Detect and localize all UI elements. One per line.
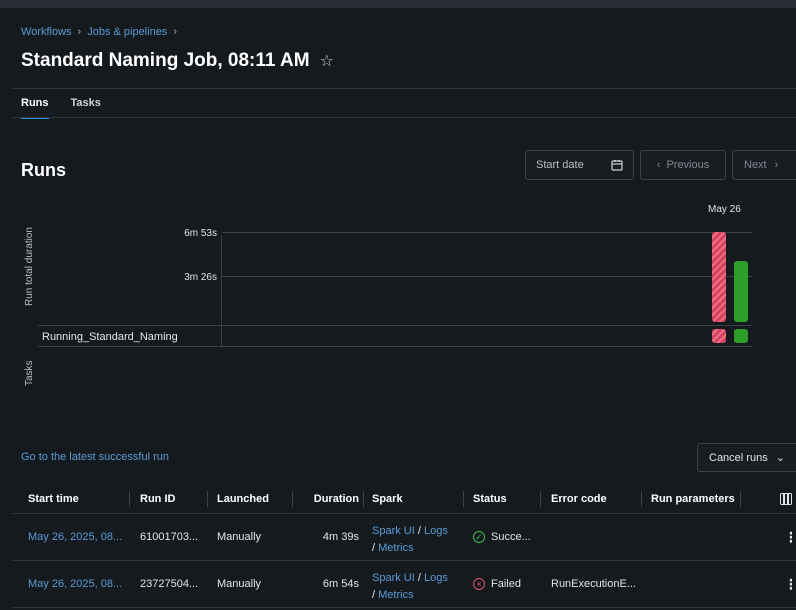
chevron-down-icon: ⌄ [775, 452, 785, 464]
column-divider [363, 491, 364, 507]
error-code-cell: RunExecutionE... [551, 578, 636, 590]
page-title-row: Standard Naming Job, 08:11 AM ☆ [21, 50, 334, 72]
header-spark[interactable]: Spark [372, 484, 452, 513]
column-divider [740, 491, 741, 507]
breadcrumb-jobs-pipelines[interactable]: Jobs & pipelines [87, 26, 167, 38]
start-date-label: Start date [536, 159, 584, 171]
previous-button[interactable]: ‹ Previous [640, 150, 726, 180]
spark-ui-link[interactable]: Spark UI [372, 572, 415, 584]
calendar-icon [611, 160, 623, 171]
latest-successful-run-link[interactable]: Go to the latest successful run [21, 451, 169, 463]
gridline-top [222, 232, 752, 233]
tab-bar: Runs Tasks [21, 97, 101, 119]
tab-runs[interactable]: Runs [21, 97, 49, 119]
duration-cell: 6m 54s [322, 578, 359, 590]
top-stripe [0, 0, 796, 8]
task-status-succeeded[interactable] [734, 329, 748, 343]
run-bar-failed[interactable] [712, 231, 726, 322]
metrics-link[interactable]: Metrics [378, 589, 413, 601]
chevron-right-icon: › [173, 26, 177, 38]
column-divider [641, 491, 642, 507]
next-label: Next [744, 159, 767, 171]
header-launched[interactable]: Launched [217, 484, 287, 513]
status-cell: ✓ Succe... [473, 514, 543, 560]
column-divider [463, 491, 464, 507]
header-duration[interactable]: Duration [302, 484, 359, 513]
y-axis-label: Run total duration [24, 227, 35, 306]
run-id-cell: 23727504... [140, 578, 199, 590]
metrics-link[interactable]: Metrics [378, 542, 413, 554]
columns-toggle[interactable] [780, 484, 794, 513]
status-cell: × Failed [473, 561, 543, 607]
cancel-runs-button[interactable]: Cancel runs ⌄ [697, 443, 796, 472]
header-status[interactable]: Status [473, 484, 543, 513]
gridline-middle [222, 276, 752, 277]
table-header-row: Start time Run ID Launched Duration Spar… [12, 484, 796, 514]
chevron-right-icon: › [77, 26, 82, 38]
status-text: Succe... [491, 531, 531, 543]
header-run-id[interactable]: Run ID [140, 484, 210, 513]
next-button[interactable]: Next › [732, 150, 796, 180]
runs-heading: Runs [21, 160, 66, 180]
run-id-cell: 61001703... [140, 531, 199, 543]
row-menu-icon[interactable]: ⋮ [784, 561, 792, 607]
duration-cell: 4m 39s [322, 531, 359, 543]
spark-cell: Spark UI / Logs / Metrics [372, 525, 448, 554]
column-divider [292, 491, 293, 507]
previous-label: Previous [666, 159, 710, 171]
check-circle-icon: ✓ [473, 531, 485, 543]
tick-label: 6m 53s [184, 228, 217, 239]
header-divider [12, 88, 796, 89]
runs-table: Start time Run ID Launched Duration Spar… [12, 484, 796, 608]
task-status-failed[interactable] [712, 329, 726, 343]
row-menu-icon[interactable]: ⋮ [784, 514, 792, 560]
column-divider [129, 491, 130, 507]
spark-ui-link[interactable]: Spark UI [372, 525, 415, 537]
header-error-code[interactable]: Error code [551, 484, 641, 513]
chevron-right-icon: › [774, 159, 779, 171]
breadcrumb: Workflows › Jobs & pipelines › [21, 26, 177, 38]
cancel-runs-label: Cancel runs [709, 451, 768, 464]
table-row[interactable]: May 26, 2025, 08... 61001703... Manually… [12, 514, 796, 561]
tab-tasks[interactable]: Tasks [71, 97, 101, 119]
header-start-time[interactable]: Start time [28, 484, 128, 513]
chevron-left-icon: ‹ [656, 159, 661, 171]
table-row[interactable]: May 26, 2025, 08... 23727504... Manually… [12, 561, 796, 608]
status-text: Failed [491, 578, 521, 590]
tabs-divider [12, 117, 796, 118]
tasks-axis-label: Tasks [24, 360, 35, 386]
date-label: May 26 [708, 204, 741, 215]
star-icon[interactable]: ☆ [320, 51, 334, 71]
error-code-cell [551, 514, 641, 560]
launched-cell: Manually [217, 578, 262, 590]
start-time-link[interactable]: May 26, 2025, 08... [28, 514, 128, 560]
tick-label: 3m 26s [184, 272, 217, 283]
spark-cell: Spark UI / Logs / Metrics [372, 572, 448, 601]
runs-chart: Run total duration Tasks May 26 6m 53s 3… [0, 195, 796, 405]
start-date-picker[interactable]: Start date [525, 150, 634, 180]
header-run-parameters[interactable]: Run parameters [651, 484, 746, 513]
column-divider [540, 491, 541, 507]
logs-link[interactable]: Logs [424, 525, 448, 537]
logs-link[interactable]: Logs [424, 572, 448, 584]
column-divider [207, 491, 208, 507]
start-time-link[interactable]: May 26, 2025, 08... [28, 561, 128, 607]
x-circle-icon: × [473, 578, 485, 590]
breadcrumb-workflows[interactable]: Workflows [21, 26, 72, 38]
columns-icon [780, 492, 792, 505]
page-title: Standard Naming Job, 08:11 AM [21, 50, 310, 71]
run-bar-succeeded[interactable] [734, 261, 748, 322]
launched-cell: Manually [217, 531, 262, 543]
task-name: Running_Standard_Naming [42, 331, 178, 343]
